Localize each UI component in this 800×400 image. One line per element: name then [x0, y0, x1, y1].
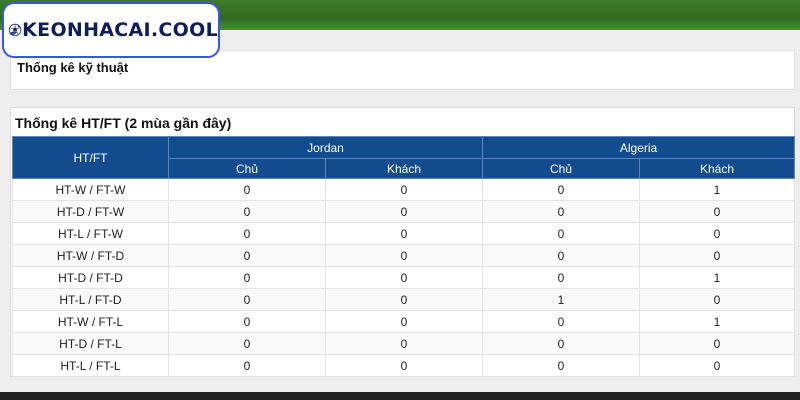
row-label: HT-W / FT-D [12, 244, 169, 267]
table-row: HT-D / FT-L 0 0 0 0 [12, 332, 796, 355]
cell-value: 0 [482, 244, 641, 267]
cell-value: 0 [639, 354, 796, 377]
table-row: HT-D / FT-D 0 0 0 1 [12, 266, 796, 289]
cell-value: 0 [168, 310, 326, 333]
htft-table: HT/FT Jordan Algeria Chủ Khách Chủ Khách… [12, 136, 796, 377]
cell-value: 0 [482, 222, 641, 245]
cell-value: 0 [482, 310, 641, 333]
cell-value: 0 [168, 354, 326, 377]
cell-value: 0 [324, 222, 484, 245]
cell-value: 0 [324, 266, 484, 289]
cell-value: 0 [639, 332, 796, 355]
cell-value: 1 [482, 288, 641, 311]
htft-stats-title: Thống kê HT/FT (2 mùa gần đây) [15, 115, 232, 131]
table-row: HT-L / FT-W 0 0 0 0 [12, 222, 796, 245]
team-header-home: Jordan [167, 136, 484, 159]
sub-header: Chủ [168, 158, 326, 179]
cell-value: 0 [482, 178, 641, 201]
cell-value: 0 [324, 200, 484, 223]
sub-header: Chủ [482, 158, 641, 179]
row-label: HT-W / FT-W [12, 178, 169, 201]
cell-value: 1 [639, 178, 796, 201]
table-row: HT-D / FT-W 0 0 0 0 [12, 200, 796, 223]
sub-header: Khách [324, 158, 484, 179]
table-row: HT-L / FT-D 0 0 1 0 [12, 288, 796, 311]
table-row: HT-L / FT-L 0 0 0 0 [12, 354, 796, 377]
cell-value: 0 [168, 244, 326, 267]
cell-value: 0 [324, 354, 484, 377]
cell-value: 0 [639, 200, 796, 223]
sub-header: Khách [639, 158, 796, 179]
row-label: HT-L / FT-D [12, 288, 169, 311]
cell-value: 0 [324, 310, 484, 333]
cell-value: 0 [639, 222, 796, 245]
cell-value: 0 [168, 288, 326, 311]
row-label: HT-W / FT-L [12, 310, 169, 333]
cell-value: 0 [482, 354, 641, 377]
row-label: HT-L / FT-W [12, 222, 169, 245]
soccer-player-ball-icon [8, 23, 22, 37]
logo-text: KEONHACAI.COOL [22, 19, 218, 41]
row-label: HT-D / FT-W [12, 200, 169, 223]
cell-value: 1 [639, 310, 796, 333]
cell-value: 0 [639, 288, 796, 311]
row-label: HT-L / FT-L [12, 354, 169, 377]
cell-value: 0 [482, 266, 641, 289]
cell-value: 0 [168, 332, 326, 355]
htft-stats-panel: Thống kê HT/FT (2 mùa gần đây) HT/FT Jor… [10, 107, 796, 377]
cell-value: 0 [168, 200, 326, 223]
cell-value: 1 [639, 266, 796, 289]
bottom-bar [0, 392, 800, 400]
row-label: HT-D / FT-D [12, 266, 169, 289]
htft-column-header: HT/FT [12, 136, 169, 179]
cell-value: 0 [324, 178, 484, 201]
table-row: HT-W / FT-W 0 0 0 1 [12, 178, 796, 201]
cell-value: 0 [324, 288, 484, 311]
cell-value: 0 [168, 266, 326, 289]
cell-value: 0 [482, 332, 641, 355]
cell-value: 0 [168, 178, 326, 201]
cell-value: 0 [324, 244, 484, 267]
row-label: HT-D / FT-L [12, 332, 169, 355]
table-row: HT-W / FT-L 0 0 0 1 [12, 310, 796, 333]
site-logo[interactable]: KEONHACAI.COOL [2, 2, 220, 58]
cell-value: 0 [482, 200, 641, 223]
cell-value: 0 [168, 222, 326, 245]
cell-value: 0 [324, 332, 484, 355]
technical-stats-title: Thống kê kỹ thuật [17, 60, 129, 75]
cell-value: 0 [639, 244, 796, 267]
team-header-away: Algeria [482, 136, 796, 159]
table-row: HT-W / FT-D 0 0 0 0 [12, 244, 796, 267]
